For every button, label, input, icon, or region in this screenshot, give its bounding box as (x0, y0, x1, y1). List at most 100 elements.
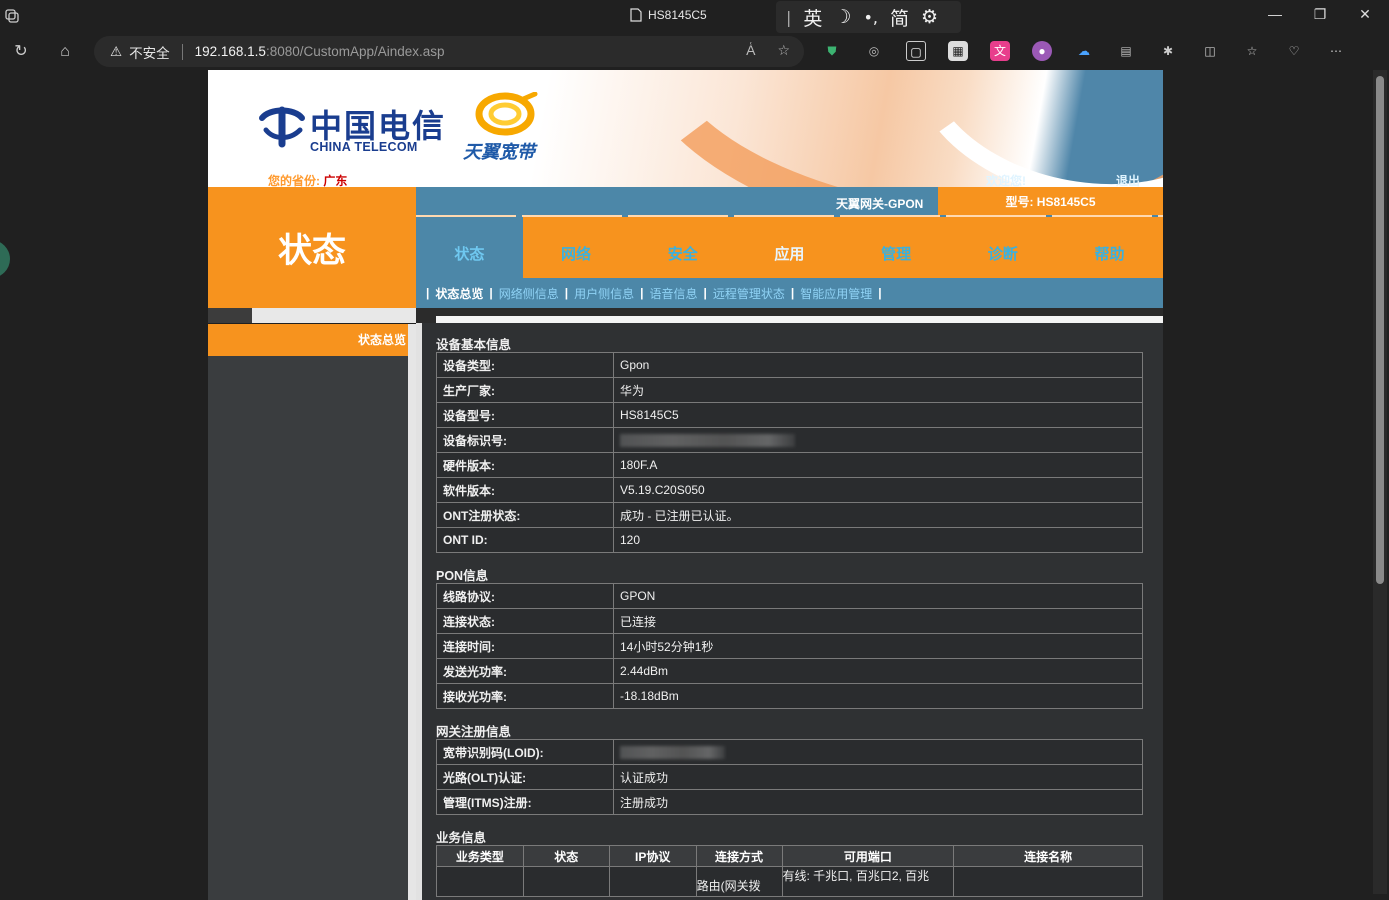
table-row: 设备标识号: (436, 427, 1143, 453)
main-menu: 状态 网络 安全 应用 管理 诊断 帮助 (416, 217, 1163, 278)
collections-icon[interactable]: ▤ (1116, 41, 1136, 61)
table-row: 路由(网关拨 有线: 千兆口, 百兆口2, 百兆 (436, 866, 1143, 897)
china-telecom-logo-icon (259, 106, 305, 148)
logout-link[interactable]: 退出 (1116, 172, 1140, 187)
menu-network[interactable]: 网络 (523, 217, 630, 278)
gateway-label: 天翼网关-GPON (836, 197, 924, 211)
menu-status[interactable]: 状态 (416, 217, 523, 278)
url-divider (181, 43, 183, 60)
glasses-extension-icon[interactable]: ◎ (864, 41, 884, 61)
header-banner: 中国电信 CHINA TELECOM 天翼宽带 您的省份: 广东 欢迎您! 退出 (208, 70, 1163, 187)
notify-extension-icon[interactable]: ▢ (906, 41, 926, 61)
scrollbar[interactable] (1373, 70, 1387, 894)
gateway-reg-title: 网关注册信息 (436, 725, 512, 739)
device-info-table: 设备类型: Gpon 生产厂家: 华为 设备型号: HS8145C5 设备标识号: 硬… (436, 352, 1143, 553)
split-screen-icon[interactable]: ◫ (1200, 41, 1220, 61)
menu-diagnosis[interactable]: 诊断 (949, 217, 1056, 278)
extensions-bar: ⛊ ◎ ▢ ▦ 文 ● ☁ ▤ ✱ ◫ ☆ ♡ ⋯ (822, 41, 1346, 61)
tab[interactable]: HS8145C5 (630, 8, 707, 22)
extensions-puzzle-icon[interactable]: ✱ (1158, 41, 1178, 61)
table-row: ONT ID: 120 (436, 527, 1143, 553)
menu-help[interactable]: 帮助 (1056, 217, 1163, 278)
table-row: 设备类型: Gpon (436, 352, 1143, 378)
warning-icon[interactable]: ⚠ (110, 44, 122, 60)
province-label: 您的省份: (268, 174, 320, 187)
content-panel: 设备基本信息 设备类型: Gpon 生产厂家: 华为 设备型号: HS8145C5 设… (416, 323, 1163, 900)
tianyi-broadband-logo: 天翼宽带 (463, 91, 548, 163)
service-info-title: 业务信息 (436, 831, 487, 845)
submenu-voice-info[interactable]: 语音信息 (649, 285, 697, 302)
tianyi-logo-icon (475, 91, 538, 136)
minimize-button[interactable]: — (1260, 6, 1290, 22)
sidebar-dock-handle[interactable] (0, 240, 10, 278)
table-row: 设备型号: HS8145C5 (436, 402, 1143, 428)
moon-icon[interactable]: ☽ (834, 6, 851, 28)
favorites-icon[interactable]: ☆ (1242, 41, 1262, 61)
cloud-extension-icon[interactable]: ☁ (1074, 41, 1094, 61)
table-row: 接收光功率: -18.18dBm (436, 683, 1143, 709)
menu-security[interactable]: 安全 (629, 217, 736, 278)
submenu-smart-app[interactable]: 智能应用管理 (800, 285, 872, 302)
ime-lang-button[interactable]: 英 (803, 4, 822, 31)
table-row: 光路(OLT)认证: 认证成功 (436, 764, 1143, 790)
health-icon[interactable]: ♡ (1284, 41, 1304, 61)
ime-punct-button[interactable]: •, (863, 8, 878, 27)
submenu-remote-mgmt[interactable]: 远程管理状态 (713, 285, 785, 302)
table-row: 发送光功率: 2.44dBm (436, 658, 1143, 684)
url-path: :8080/CustomApp/Aindex.asp (265, 44, 445, 59)
redacted-loid (613, 739, 1143, 765)
table-row: 管理(ITMS)注册: 注册成功 (436, 789, 1143, 815)
device-info-title: 设备基本信息 (436, 338, 512, 352)
table-row: 连接时间: 14小时52分钟1秒 (436, 633, 1143, 659)
workspaces-icon[interactable] (4, 8, 20, 24)
china-telecom-logo: 中国电信 CHINA TELECOM (256, 100, 447, 154)
submenu-wan-info[interactable]: 网络侧信息 (499, 285, 559, 302)
url-host: 192.168.1.5 (194, 44, 266, 59)
close-button[interactable]: ✕ (1350, 6, 1380, 23)
submenu-lan-info[interactable]: 用户侧信息 (574, 285, 634, 302)
ime-mode-button[interactable]: 简 (890, 4, 909, 31)
logo-english-text: CHINA TELECOM (310, 140, 418, 154)
province-info: 您的省份: 广东 (268, 172, 347, 187)
table-row: 线路协议: GPON (436, 583, 1143, 609)
refresh-icon[interactable]: ↻ (11, 42, 31, 62)
submenu-overview[interactable]: 状态总览 (435, 285, 483, 302)
scrollbar-thumb[interactable] (1376, 76, 1384, 584)
menu-management[interactable]: 管理 (843, 217, 950, 278)
router-admin-page: 中国电信 CHINA TELECOM 天翼宽带 您的省份: 广东 欢迎您! 退出… (208, 70, 1163, 900)
ime-toolbar: | 英 ☽ •, 简 ⚙ (776, 1, 961, 33)
service-info-table: 业务类型 状态 IP协议 连接方式 可用端口 连接名称 路由(网关拨 有线: 千… (436, 845, 1143, 897)
section-title-block: 状态 (208, 187, 416, 308)
table-row: ONT注册状态: 成功 - 已注册已认证。 (436, 502, 1143, 528)
title-bar: HS8145C5 | 英 ☽ •, 简 ⚙ — ❐ ✕ (0, 0, 1389, 33)
sub-menu: | 状态总览 | 网络侧信息 | 用户侧信息 | 语音信息 | 远程管理状态 |… (416, 278, 1163, 308)
translate-extension-icon[interactable]: 文 (990, 41, 1010, 61)
province-value: 广东 (323, 174, 348, 187)
logo-chinese-text: 中国电信 (310, 107, 447, 145)
model-label: 型号: HS8145C5 (938, 187, 1163, 217)
table-row: 连接状态: 已连接 (436, 608, 1143, 634)
read-aloud-icon[interactable]: A͑ (746, 42, 755, 59)
maximize-button[interactable]: ❐ (1305, 6, 1335, 23)
side-menu-overview[interactable]: 状态总览 (208, 324, 408, 356)
table-row: 生产厂家: 华为 (436, 377, 1143, 403)
ime-handle[interactable]: | (786, 8, 791, 27)
more-menu-icon[interactable]: ⋯ (1326, 41, 1346, 61)
gear-icon[interactable]: ⚙ (921, 6, 938, 28)
table-header-row: 业务类型 状态 IP协议 连接方式 可用端口 连接名称 (436, 845, 1143, 867)
anime-extension-icon[interactable]: ● (1032, 41, 1052, 61)
redacted-device-id (613, 427, 1143, 453)
page-icon (630, 8, 642, 22)
home-icon[interactable]: ⌂ (55, 42, 75, 62)
pon-info-title: PON信息 (436, 569, 489, 583)
qr-extension-icon[interactable]: ▦ (948, 41, 968, 61)
table-row: 硬件版本: 180F.A (436, 452, 1143, 478)
menu-application[interactable]: 应用 (736, 217, 843, 278)
shield-extension-icon[interactable]: ⛊ (822, 41, 842, 61)
security-label[interactable]: 不安全 (129, 42, 170, 62)
tab-title: HS8145C5 (648, 8, 707, 22)
url-field[interactable]: ⚠ 不安全 192.168.1.5:8080/CustomApp/Aindex.… (94, 36, 804, 67)
favorite-star-icon[interactable]: ☆ (777, 42, 790, 59)
gateway-info-bar: 天翼网关-GPON 型号: HS8145C5 (416, 187, 1163, 217)
brand-text: 天翼宽带 (463, 142, 535, 163)
